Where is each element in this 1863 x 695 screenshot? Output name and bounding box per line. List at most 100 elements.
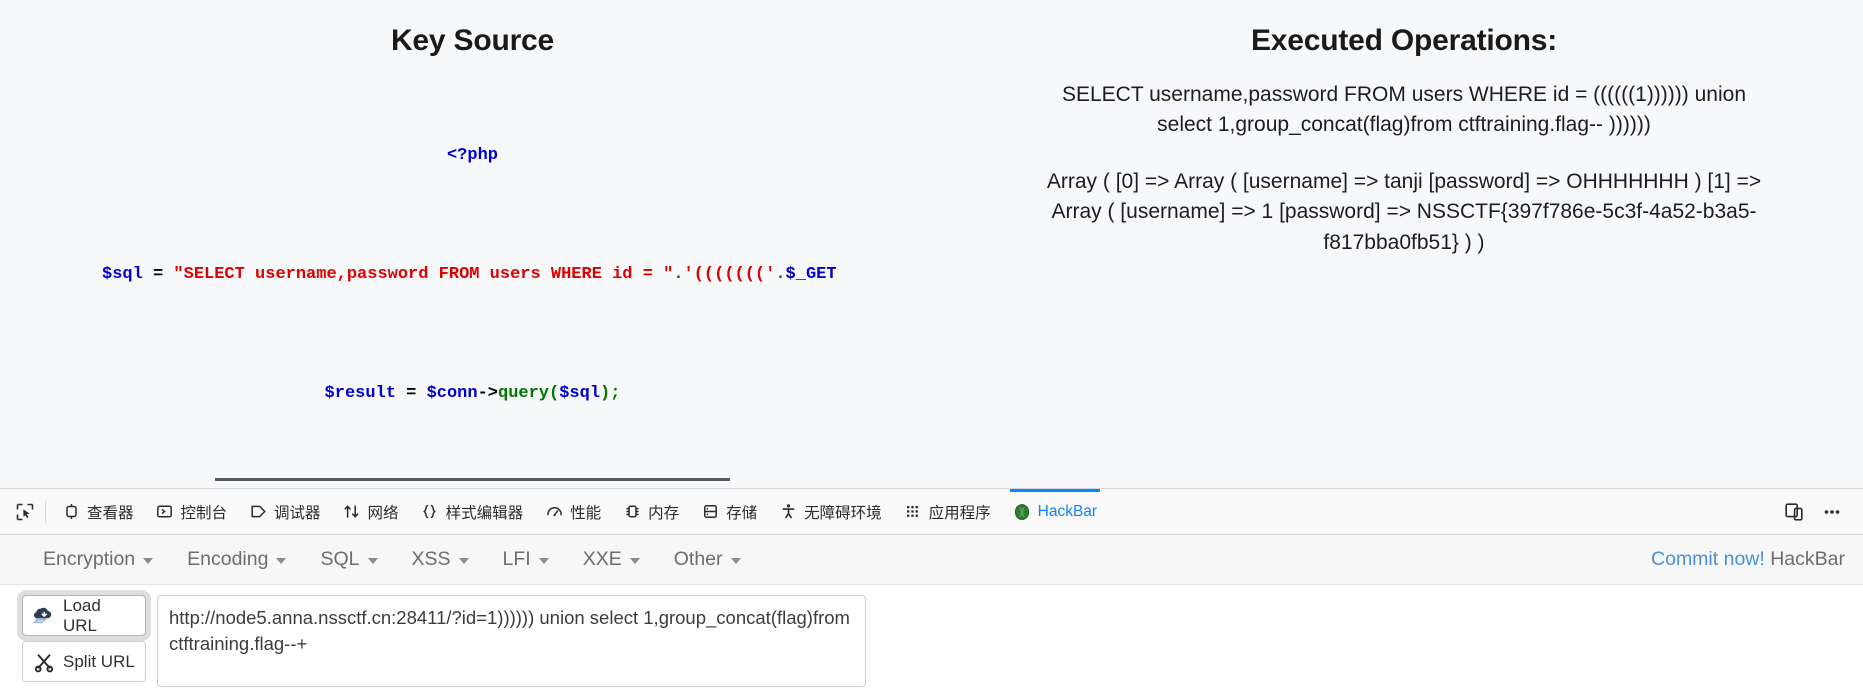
performance-icon <box>545 503 563 521</box>
web-page-content: Key Source <?php $sql = "SELECT username… <box>0 0 1863 488</box>
hackbar-menu-xxe[interactable]: XXE <box>566 548 657 571</box>
devtools-tab-label: 调试器 <box>274 504 321 522</box>
chevron-down-icon <box>538 558 549 564</box>
hackbar-action-buttons: Load URL Split URL <box>17 590 151 687</box>
inspector-icon <box>62 503 80 521</box>
devtools-tab-storage[interactable]: 存储 <box>690 489 768 534</box>
horizontal-rule <box>215 478 730 482</box>
devtools-tab-console[interactable]: 控制台 <box>145 489 239 534</box>
hackbar-menu-sql[interactable]: SQL <box>303 548 394 571</box>
load-url-cloud-icon <box>32 604 56 628</box>
token-fn-query: query <box>498 383 550 403</box>
token-parens-literal: '(((((((' <box>683 264 776 284</box>
chevron-down-icon <box>143 558 154 564</box>
hackbar-commit-area: Commit now! HackBar <box>1651 548 1849 571</box>
hackbar-menu-xss[interactable]: XSS <box>395 548 486 571</box>
hackbar-menu-label: Encoding <box>187 548 269 570</box>
code-line-php-open: <?php <box>0 145 945 166</box>
meatballs-menu-icon[interactable] <box>1817 497 1847 527</box>
executed-operations-panel: Executed Operations: SELECT username,pas… <box>945 0 1863 258</box>
devtools-tab-debugger[interactable]: 调试器 <box>238 489 332 534</box>
devtools-tab-application[interactable]: 应用程序 <box>893 489 1002 534</box>
url-input[interactable] <box>157 595 866 687</box>
network-icon <box>343 503 361 521</box>
hackbar-url-row: Load URL Split URL <box>0 585 1863 695</box>
commit-now-link[interactable]: Commit now! <box>1651 548 1765 570</box>
hackbar-menu-bar: Encryption Encoding SQL XSS LFI XXE Othe… <box>0 535 1863 585</box>
hackbar-url-field-wrapper <box>157 595 866 692</box>
split-url-button[interactable]: Split URL <box>22 641 146 682</box>
token-equals-2: = <box>395 383 427 403</box>
hackbar-menu-other[interactable]: Other <box>657 548 758 571</box>
devtools-tab-accessibility[interactable]: 无障碍环境 <box>768 489 893 534</box>
devtools-tab-inspector[interactable]: 查看器 <box>51 489 145 534</box>
token-open-paren: ( <box>549 383 560 403</box>
devtools-tab-network[interactable]: 网络 <box>332 489 410 534</box>
token-var-conn: $conn <box>426 383 478 403</box>
devtools-tab-label: 查看器 <box>87 504 134 522</box>
scissors-icon <box>32 650 56 674</box>
token-concat-1: . <box>673 264 684 284</box>
token-sql-string: "SELECT username,password FROM users WHE… <box>173 264 674 284</box>
application-icon <box>904 503 922 521</box>
hackbar-menu-label: Encryption <box>43 548 136 570</box>
chevron-down-icon <box>276 558 287 564</box>
token-arrow: -> <box>477 383 498 403</box>
load-url-label: Load URL <box>63 595 101 635</box>
hackbar-icon <box>1013 503 1031 521</box>
devtools-tab-label: HackBar <box>1037 502 1098 520</box>
chevron-down-icon <box>629 558 640 564</box>
storage-icon <box>701 503 719 521</box>
devtools-toolbar: 查看器 控制台 调试器 网络 样式编辑器 性能 内存 存储 无障碍环境 应用程序… <box>0 489 1863 535</box>
accessibility-icon <box>779 503 797 521</box>
load-url-button[interactable]: Load URL <box>17 590 151 641</box>
devtools-tab-label: 存储 <box>726 504 758 522</box>
token-var-sql: $sql <box>102 264 143 284</box>
token-semicolon: ; <box>610 383 621 403</box>
devtools-tab-label: 内存 <box>648 504 680 522</box>
token-arg-sql: $sql <box>559 383 601 403</box>
toolbar-divider <box>45 500 46 523</box>
devtools-tab-hackbar[interactable]: HackBar <box>1002 489 1108 534</box>
hackbar-menu-label: XSS <box>411 548 451 570</box>
devtools-tab-style-editor[interactable]: 样式编辑器 <box>410 489 535 534</box>
split-url-label: Split URL <box>63 651 135 671</box>
devtools-toolbar-right-controls <box>1779 497 1857 527</box>
php-source-code: <?php $sql = "SELECT username,password F… <box>0 58 945 446</box>
devtools-tab-performance[interactable]: 性能 <box>534 489 612 534</box>
token-equals: = <box>142 264 174 284</box>
responsive-design-mode-icon[interactable] <box>1779 497 1809 527</box>
devtools-tab-label: 控制台 <box>180 504 228 522</box>
chevron-down-icon <box>458 558 469 564</box>
token-get-superglobal: $_GET <box>785 264 837 284</box>
devtools-tab-label: 无障碍环境 <box>804 504 882 522</box>
hackbar-menu-lfi[interactable]: LFI <box>486 548 566 571</box>
page-title-key-source: Key Source <box>390 24 555 57</box>
devtools-tab-memory[interactable]: 内存 <box>612 489 690 534</box>
executed-sql-statement: SELECT username,password FROM users WHER… <box>1061 83 1746 137</box>
devtools-tab-label: 样式编辑器 <box>445 504 524 522</box>
hackbar-menu-encryption[interactable]: Encryption <box>26 548 170 571</box>
element-picker-icon[interactable] <box>6 495 44 529</box>
hackbar-menu-encoding[interactable]: Encoding <box>170 548 303 571</box>
hackbar-menu-label: XXE <box>582 548 622 570</box>
devtools-tab-label: 网络 <box>367 504 399 522</box>
debugger-icon <box>249 503 267 521</box>
hackbar-brand-label: HackBar <box>1770 548 1845 570</box>
chevron-down-icon <box>367 558 378 564</box>
page-title-executed-operations: Executed Operations: <box>1250 24 1558 57</box>
php-open-tag: <?php <box>446 145 498 165</box>
chevron-down-icon <box>730 558 741 564</box>
console-icon <box>156 503 174 521</box>
devtools-panel: 查看器 控制台 调试器 网络 样式编辑器 性能 内存 存储 无障碍环境 应用程序… <box>0 488 1863 695</box>
token-concat-2: . <box>775 264 786 284</box>
code-line-query: $result = $conn->query($sql); <box>0 383 945 404</box>
query-result-array-dump: Array ( [0] => Array ( [username] => tan… <box>1046 169 1762 254</box>
hackbar-menu-label: LFI <box>502 548 531 570</box>
code-line-sql-assign: $sql = "SELECT username,password FROM us… <box>0 264 945 285</box>
style-editor-icon <box>421 503 439 521</box>
devtools-tab-label: 应用程序 <box>928 504 991 522</box>
hackbar-menu-label: SQL <box>320 548 360 570</box>
hackbar-menu-label: Other <box>673 548 723 570</box>
memory-icon <box>623 503 641 521</box>
